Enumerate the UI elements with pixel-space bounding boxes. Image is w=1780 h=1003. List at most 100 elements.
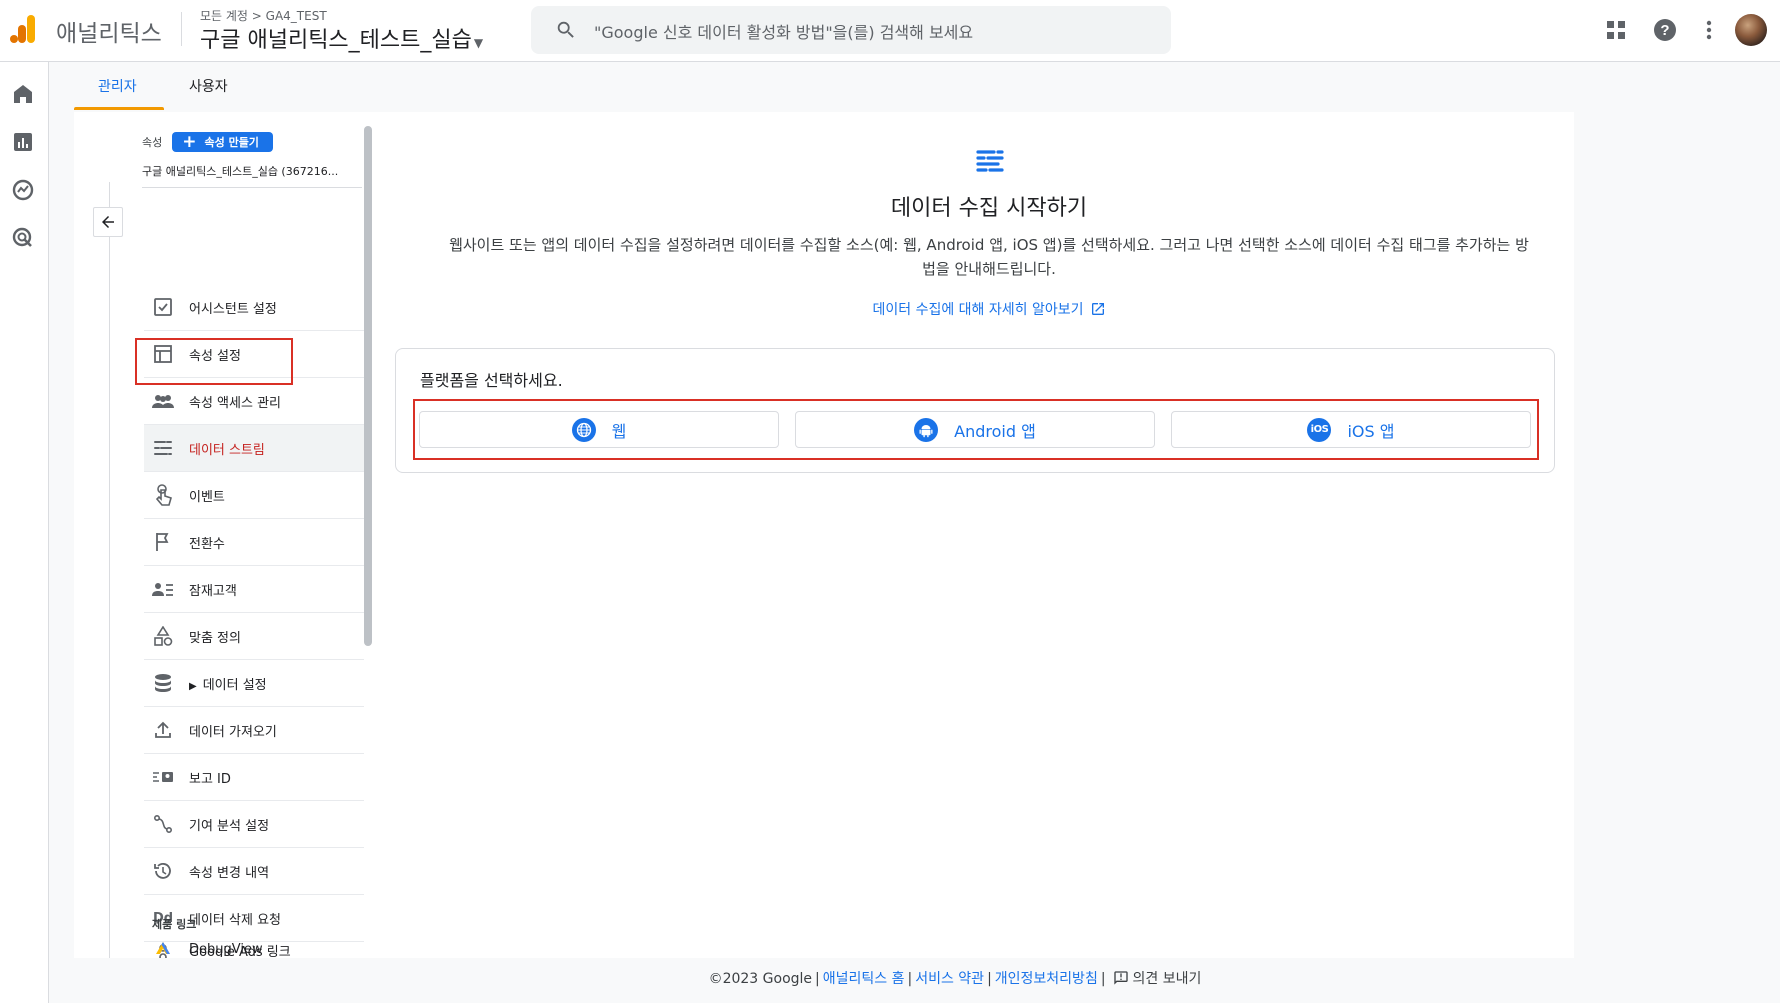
active-tab-indicator xyxy=(74,107,164,110)
nav-item-conversions[interactable]: 전환수 xyxy=(144,519,364,566)
search-icon xyxy=(557,21,574,38)
plus-icon: + xyxy=(182,131,197,152)
nav-item-attribution-settings[interactable]: 기여 분석 설정 xyxy=(144,801,364,848)
product-links-heading: 제품 링크 xyxy=(152,918,197,931)
nav-item-data-settings[interactable]: ▶ 데이터 설정 xyxy=(144,660,364,707)
create-property-button[interactable]: + 속성 만들기 xyxy=(172,132,273,152)
nav-item-label: 이벤트 xyxy=(189,489,225,505)
create-property-label: 속성 만들기 xyxy=(204,136,259,149)
more-vert-icon[interactable] xyxy=(1696,17,1722,43)
feedback-link[interactable]: 의견 보내기 xyxy=(1109,971,1202,987)
property-selector[interactable]: 구글 애널리틱스_테스트_실습 ▼ xyxy=(200,22,483,54)
back-button[interactable] xyxy=(93,207,123,237)
footer-link-terms[interactable]: 서비스 약관 xyxy=(915,971,984,987)
globe-icon xyxy=(571,417,596,442)
ios-icon: iOS xyxy=(1307,417,1332,442)
platform-android-label: Android 앱 xyxy=(954,421,1036,441)
footer-separator: | xyxy=(987,971,992,987)
nav-item-label-text: 데이터 설정 xyxy=(202,677,267,693)
property-nav: 속성 + 속성 만들기 구글 애널리틱스_테스트_실습 (367216... 어… xyxy=(74,112,374,958)
footer-separator: | xyxy=(907,971,913,987)
platform-ios-button[interactable]: iOS iOS 앱 xyxy=(1171,411,1531,448)
analytics-logo-icon[interactable] xyxy=(10,14,36,44)
tab-admin[interactable]: 관리자 xyxy=(98,76,137,96)
footer-link-analytics-home[interactable]: 애널리틱스 홈 xyxy=(823,971,905,987)
nav-item-label: 속성 액세스 관리 xyxy=(189,395,281,411)
footer: ©2023 Google | 애널리틱스 홈 | 서비스 약관 | 개인정보처리방침 | 의견 … xyxy=(0,968,1780,988)
arrow-back-icon xyxy=(102,216,114,228)
footer-separator: | xyxy=(815,971,820,987)
help-icon[interactable]: ? xyxy=(1652,17,1678,43)
checklist-icon xyxy=(152,296,174,318)
nav-item-google-ads-links[interactable]: Google Ads 링크 xyxy=(152,941,372,957)
property-title: 구글 애널리틱스_테스트_실습 xyxy=(200,28,472,53)
data-collection-content: 데이터 수집 시작하기 웹사이트 또는 앱의 데이터 수집을 설정하려면 데이터… xyxy=(374,112,1574,958)
learn-more-label: 데이터 수집에 대해 자세히 알아보기 xyxy=(872,302,1084,318)
nav-item-data-streams[interactable]: 데이터 스트림 xyxy=(144,425,364,472)
nav-scrollbar[interactable] xyxy=(364,126,372,646)
nav-item-label: 맞춤 정의 xyxy=(189,630,241,646)
admin-panel: 속성 + 속성 만들기 구글 애널리틱스_테스트_실습 (367216... 어… xyxy=(74,112,1574,958)
footer-link-privacy[interactable]: 개인정보처리방침 xyxy=(995,971,1098,987)
nav-item-assistant[interactable]: 어시스턴트 설정 xyxy=(144,284,364,331)
nav-item-label: 보고 ID xyxy=(189,771,231,787)
nav-divider xyxy=(109,182,110,958)
platform-web-button[interactable]: 웹 xyxy=(419,411,779,448)
svg-text:?: ? xyxy=(1660,22,1669,39)
google-ads-icon xyxy=(152,941,174,957)
data-stream-highlight-box xyxy=(135,338,293,385)
reports-icon[interactable] xyxy=(11,130,35,154)
feedback-icon xyxy=(1113,971,1128,985)
android-icon xyxy=(914,417,939,442)
nav-item-label: ▶ 데이터 설정 xyxy=(189,674,267,693)
platform-web-label: 웹 xyxy=(611,421,627,441)
property-name[interactable]: 구글 애널리틱스_테스트_실습 (367216... xyxy=(142,163,362,188)
stream-icon xyxy=(152,437,174,459)
avatar[interactable] xyxy=(1735,14,1767,46)
database-icon xyxy=(152,672,174,694)
audience-icon xyxy=(152,578,174,600)
copyright: ©2023 Google xyxy=(708,971,813,987)
search-box[interactable]: "Google 신호 데이터 활성화 방법"을(를) 검색해 보세요 xyxy=(531,6,1171,54)
property-header: 속성 + 속성 만들기 xyxy=(142,132,273,152)
learn-more-link[interactable]: 데이터 수집에 대해 자세히 알아보기 xyxy=(374,299,1604,319)
apps-grid-icon[interactable] xyxy=(1603,17,1629,43)
nav-item-access-management[interactable]: 속성 액세스 관리 xyxy=(144,378,364,425)
nav-item-reporting-identity[interactable]: 보고 ID xyxy=(144,754,364,801)
topbar-divider xyxy=(181,12,182,46)
platform-label: 플랫폼을 선택하세요. xyxy=(420,371,563,390)
caret-right-icon: ▶ xyxy=(189,680,197,692)
attribution-icon xyxy=(152,813,174,835)
chevron-down-icon: ▼ xyxy=(473,36,484,50)
touch-icon xyxy=(152,484,174,506)
feedback-label: 의견 보내기 xyxy=(1132,971,1202,987)
nav-item-change-history[interactable]: 속성 변경 내역 xyxy=(144,848,364,895)
people-icon xyxy=(152,390,174,412)
nav-item-label: 속성 변경 내역 xyxy=(189,865,270,881)
nav-item-label: 잠재고객 xyxy=(189,583,237,599)
explore-icon[interactable] xyxy=(11,178,35,202)
page-description: 웹사이트 또는 앱의 데이터 수집을 설정하려면 데이터를 수집할 소스(예: … xyxy=(449,236,1529,278)
nav-item-events[interactable]: 이벤트 xyxy=(144,472,364,519)
nav-item-label: 데이터 삭제 요청 xyxy=(189,912,281,928)
history-icon xyxy=(152,860,174,882)
nav-item-data-import[interactable]: 데이터 가져오기 xyxy=(144,707,364,754)
page-title: 데이터 수집 시작하기 xyxy=(890,196,1088,221)
advertising-icon[interactable] xyxy=(11,226,35,250)
search-placeholder: "Google 신호 데이터 활성화 방법"을(를) 검색해 보세요 xyxy=(594,23,974,42)
nav-item-custom-definitions[interactable]: 맞춤 정의 xyxy=(144,613,364,660)
platform-ios-label: iOS 앱 xyxy=(1347,421,1395,441)
nav-item-label: 데이터 가져오기 xyxy=(189,724,277,740)
brand-name: 애널리틱스 xyxy=(56,21,162,47)
property-label: 속성 xyxy=(142,136,163,149)
home-icon[interactable] xyxy=(11,82,35,106)
platform-android-button[interactable]: Android 앱 xyxy=(795,411,1155,448)
nav-item-label: 전환수 xyxy=(189,536,225,552)
tab-user[interactable]: 사용자 xyxy=(189,76,228,96)
nav-item-label: 데이터 스트림 xyxy=(189,442,265,458)
footer-separator: | xyxy=(1100,971,1106,987)
top-app-bar: 애널리틱스 모든 계정 > GA4_TEST 구글 애널리틱스_테스트_실습 ▼ … xyxy=(0,0,1780,62)
nav-item-label: 어시스턴트 설정 xyxy=(189,301,277,317)
nav-item-audiences[interactable]: 잠재고객 xyxy=(144,566,364,613)
data-stream-icon xyxy=(976,150,1004,172)
